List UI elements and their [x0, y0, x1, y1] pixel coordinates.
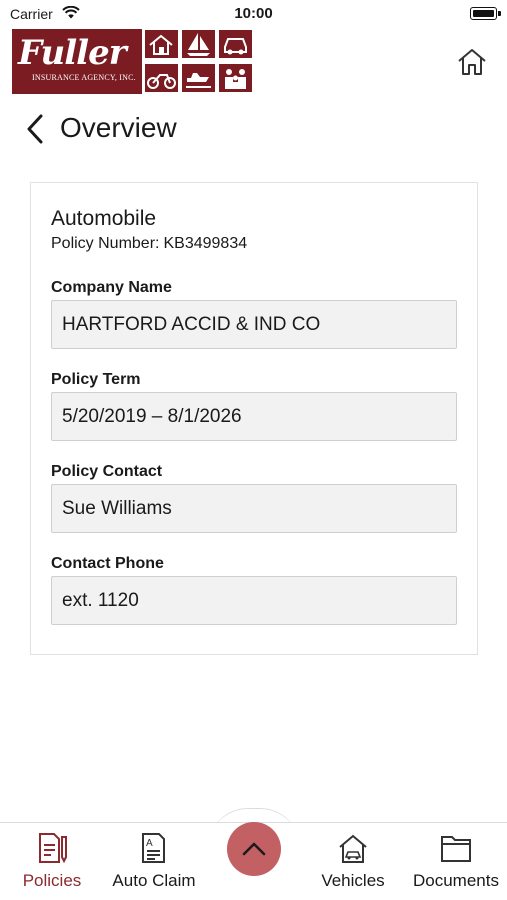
vehicles-icon — [339, 834, 367, 863]
car-icon — [218, 29, 253, 59]
company-name-field: HARTFORD ACCID & IND CO — [51, 300, 457, 349]
clock: 10:00 — [234, 5, 273, 22]
tab-auto-claim[interactable]: A Auto Claim — [104, 823, 204, 900]
policy-term-field: 5/20/2019 – 8/1/2026 — [51, 392, 457, 441]
policy-number-line: Policy Number: KB3499834 — [51, 235, 247, 253]
agency-logo: Fuller INSURANCE AGENCY, INC. — [12, 29, 254, 94]
back-button[interactable] — [24, 113, 48, 145]
tab-policies[interactable]: Policies — [4, 823, 100, 900]
logo-subtitle: INSURANCE AGENCY, INC. — [32, 73, 136, 82]
tab-policies-label: Policies — [22, 871, 82, 890]
contact-phone-label: Contact Phone — [51, 555, 164, 572]
company-name-label: Company Name — [51, 279, 172, 296]
chevron-up-icon — [242, 842, 266, 856]
policy-contact-label: Policy Contact — [51, 463, 163, 480]
motorcycle-icon — [144, 63, 179, 93]
policy-number-label: Policy Number: — [51, 235, 160, 252]
tab-auto-claim-label: Auto Claim — [112, 871, 196, 890]
status-bar: Carrier 10:00 — [0, 0, 507, 28]
home-button[interactable] — [456, 46, 488, 78]
family-icon — [218, 63, 253, 93]
tab-documents[interactable]: Documents — [406, 823, 506, 900]
documents-icon — [441, 836, 471, 862]
policies-icon — [39, 833, 67, 864]
chevron-left-icon — [27, 114, 43, 144]
center-action-button[interactable] — [227, 822, 281, 876]
battery-icon — [470, 7, 501, 20]
contact-phone-field[interactable]: ext. 1120 — [51, 576, 457, 625]
svg-text:A: A — [146, 838, 153, 849]
policy-type: Automobile — [51, 207, 157, 230]
page-title: Overview — [60, 112, 177, 143]
home-icon — [458, 49, 486, 75]
logo-wordmark: Fuller INSURANCE AGENCY, INC. — [12, 29, 142, 94]
tab-vehicles[interactable]: Vehicles — [305, 823, 401, 900]
logo-script-text: Fuller — [18, 33, 127, 73]
sailboat-icon — [181, 29, 216, 59]
tab-documents-label: Documents — [413, 871, 499, 890]
auto-claim-icon: A — [142, 833, 165, 863]
policy-term-label: Policy Term — [51, 371, 141, 388]
snowmobile-icon — [181, 63, 216, 93]
policy-overview-card: Automobile Policy Number: KB3499834 Compa… — [30, 182, 478, 655]
house-icon — [144, 29, 179, 59]
policy-contact-field: Sue Williams — [51, 484, 457, 533]
policy-number-value: KB3499834 — [163, 235, 248, 252]
tab-vehicles-label: Vehicles — [321, 871, 385, 890]
